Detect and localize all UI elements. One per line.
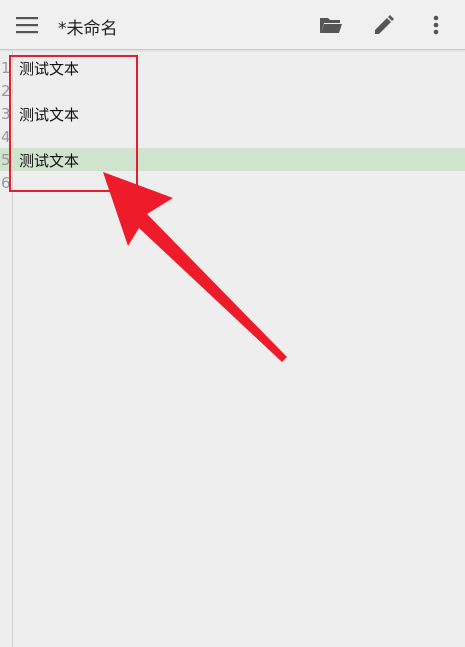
- hamburger-menu-icon: [16, 17, 38, 34]
- folder-open-icon: [320, 18, 342, 33]
- app-toolbar: *未命名: [0, 0, 465, 50]
- menu-button[interactable]: [10, 8, 44, 42]
- open-file-button[interactable]: [314, 8, 348, 42]
- edit-button[interactable]: [367, 8, 401, 42]
- annotation-highlight-box: [9, 55, 138, 192]
- pencil-icon: [375, 15, 394, 34]
- document-title: *未命名: [58, 19, 118, 39]
- more-options-button[interactable]: [419, 8, 453, 42]
- more-vertical-icon: [433, 15, 439, 35]
